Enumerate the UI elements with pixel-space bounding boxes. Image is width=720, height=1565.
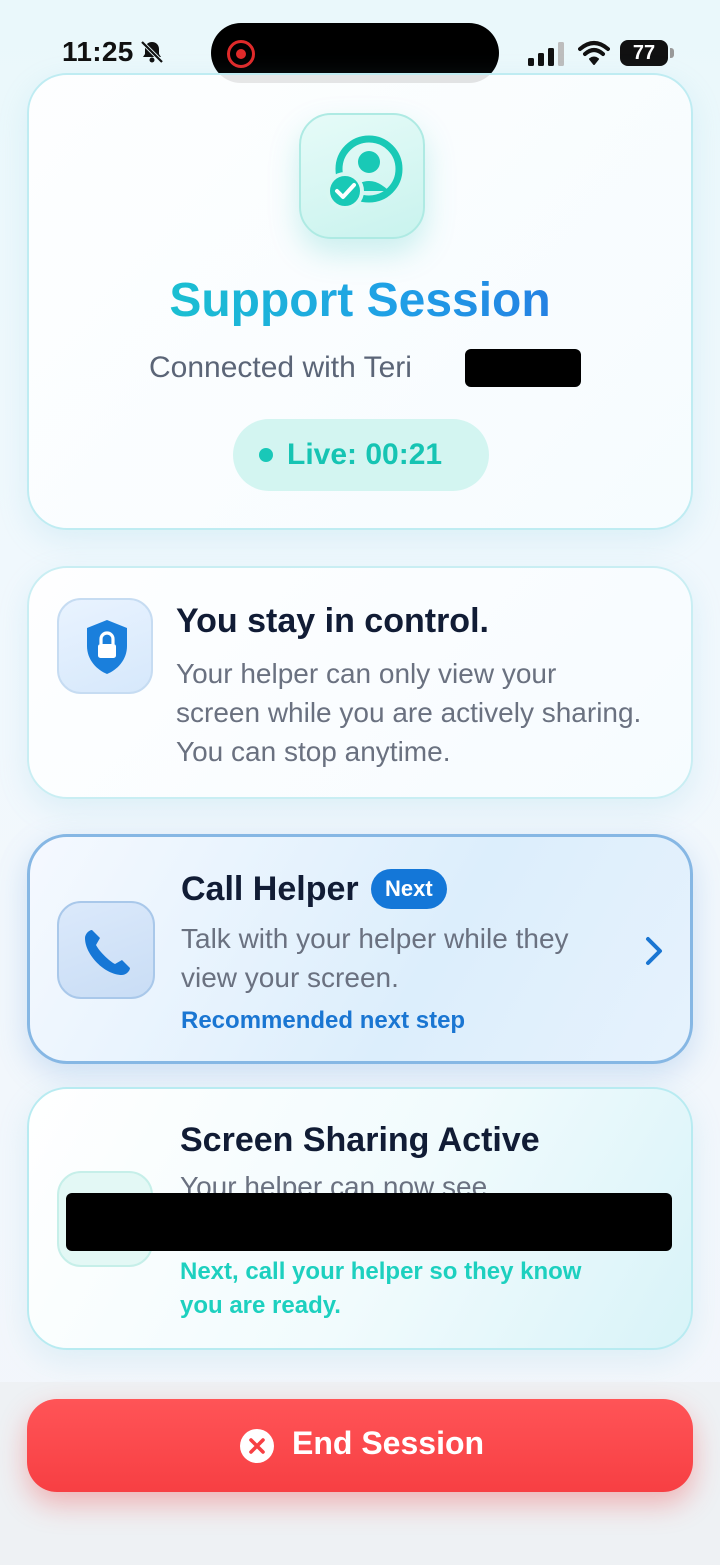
cellular-signal-icon — [528, 42, 564, 66]
status-time: 11:25 — [62, 36, 134, 67]
shield-lock-icon — [57, 598, 153, 694]
control-body: Your helper can only view your screen wh… — [176, 658, 642, 767]
control-info-card: You stay in control. Your helper can onl… — [27, 566, 693, 799]
screen-record-icon — [227, 40, 255, 68]
bell-slash-icon — [140, 40, 164, 64]
screen-sharing-title: Screen Sharing Active — [180, 1121, 540, 1159]
close-circle-icon — [240, 1429, 274, 1463]
live-timer-badge: Live: 00:21 — [233, 419, 489, 491]
battery-level: 77 — [632, 42, 656, 64]
end-session-button[interactable]: End Session — [27, 1399, 693, 1492]
recommended-next-step: Recommended next step — [181, 1007, 466, 1034]
screen-sharing-card: Screen Sharing Active Your helper can no… — [27, 1087, 693, 1350]
live-timer-text: Live: 00:21 — [287, 438, 443, 471]
session-card: Support Session Connected with Teri Live… — [27, 73, 693, 530]
next-badge: Next — [371, 869, 447, 909]
call-helper-body: Talk with your helper while they view yo… — [181, 923, 569, 993]
redacted-name — [465, 349, 581, 387]
battery-icon: 77 — [620, 40, 674, 66]
end-session-label: End Session — [292, 1425, 485, 1461]
live-indicator-dot — [259, 448, 273, 462]
control-title: You stay in control. — [176, 602, 489, 640]
redacted-text — [66, 1193, 672, 1251]
session-subtitle: Connected with Teri — [149, 351, 412, 384]
wifi-icon — [578, 41, 610, 65]
session-title: Support Session — [29, 273, 691, 328]
call-helper-title: Call Helper — [181, 870, 359, 908]
phone-icon — [57, 901, 155, 999]
chevron-right-icon — [646, 937, 662, 965]
support-person-check-icon — [299, 113, 425, 239]
screen-sharing-note: Next, call your helper so they know you … — [180, 1258, 582, 1319]
call-helper-card[interactable]: Call Helper Next Talk with your helper w… — [27, 834, 693, 1064]
